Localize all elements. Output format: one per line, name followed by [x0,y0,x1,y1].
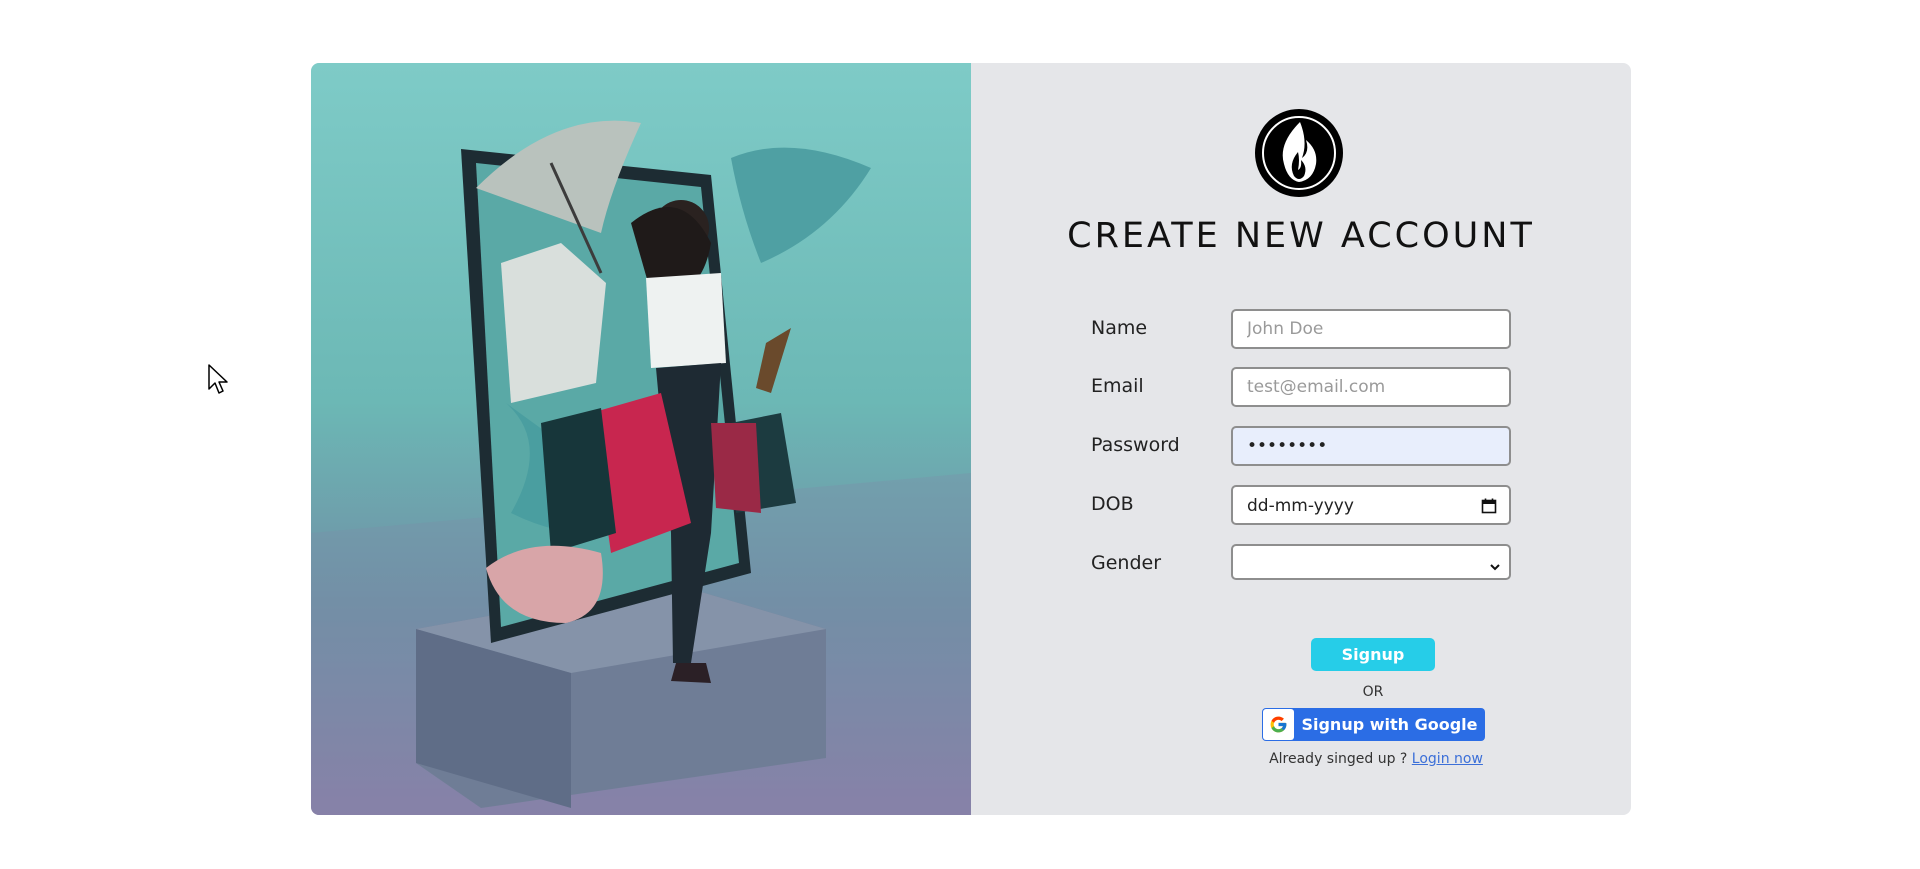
flame-logo-icon [1255,109,1343,197]
login-prompt: Already singed up ? Login now [1211,751,1541,767]
email-label: Email [1091,375,1144,397]
password-input[interactable] [1231,426,1511,466]
gender-row: Gender [1091,544,1511,584]
signup-button[interactable]: Signup [1311,638,1435,671]
already-text: Already singed up ? [1269,751,1408,767]
signup-form-panel: CREATE NEW ACCOUNT Name Email Password D… [971,63,1631,815]
calendar-icon[interactable] [1481,498,1497,518]
google-signup-button[interactable]: Signup with Google [1262,708,1485,741]
hero-image [311,63,971,815]
name-row: Name [1091,309,1511,349]
name-label: Name [1091,317,1148,339]
email-input[interactable] [1231,367,1511,407]
gender-select[interactable] [1231,544,1511,580]
dob-row: DOB dd-mm-yyyy [1091,485,1511,525]
password-label: Password [1091,434,1180,456]
gender-label: Gender [1091,552,1162,574]
email-row: Email [1091,367,1511,407]
chevron-down-icon [1489,557,1501,576]
dob-placeholder: dd-mm-yyyy [1247,496,1354,516]
or-divider: OR [1362,684,1384,700]
google-signup-label: Signup with Google [1301,715,1478,734]
password-row: Password [1091,426,1511,466]
page-title: CREATE NEW ACCOUNT [1067,216,1535,256]
mouse-cursor-icon [208,364,230,400]
dob-input[interactable]: dd-mm-yyyy [1231,485,1511,525]
google-icon [1263,709,1294,740]
name-input[interactable] [1231,309,1511,349]
login-link[interactable]: Login now [1412,751,1483,767]
dob-label: DOB [1091,493,1134,515]
signup-card: CREATE NEW ACCOUNT Name Email Password D… [311,63,1631,815]
